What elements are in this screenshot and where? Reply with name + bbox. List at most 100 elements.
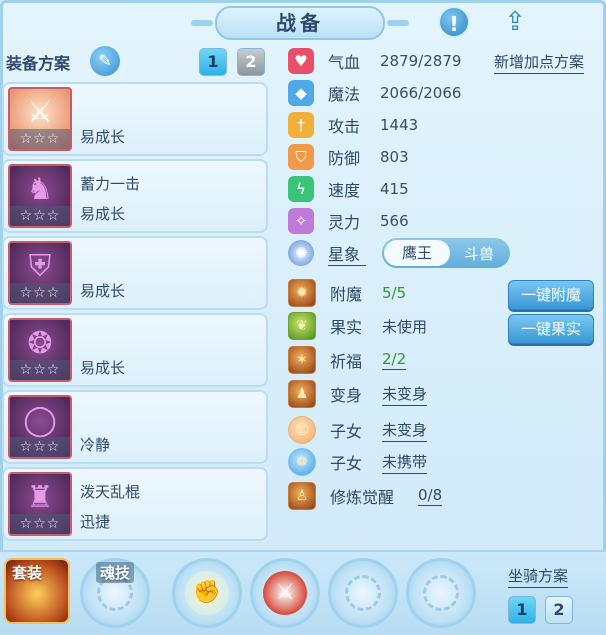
equipment-plan-label: 装备方案	[6, 54, 71, 73]
boots-icon: ♜ ☆☆☆	[8, 472, 72, 536]
alert-icon[interactable]: !	[438, 6, 470, 38]
feature-value[interactable]: 未携带	[382, 451, 428, 474]
feature-blessing: ✶ 祈福 2/2	[288, 346, 407, 374]
stat-hp: ♥ 气血 2879/2879	[288, 48, 461, 74]
stat-star: ✺ 星象	[288, 240, 366, 266]
feature-enchant: ✹ 附魔 5/5	[288, 279, 406, 307]
stat-value: 2879/2879	[380, 52, 462, 70]
star-rating: ☆☆☆	[10, 206, 70, 226]
star-rating: ☆☆☆	[10, 283, 70, 303]
equipment-slot-weapon[interactable]: ⚔ ☆☆☆ 易成长	[2, 82, 268, 156]
child-icon: ☺	[288, 416, 316, 444]
feature-value: 5/5	[382, 284, 407, 302]
share-icon[interactable]: ⇪	[496, 6, 534, 38]
feature-label: 变身	[330, 386, 363, 405]
transform-icon: ♟	[288, 380, 316, 408]
feature-child-carry: ❁ 子女 未携带	[288, 448, 428, 476]
equipment-trait: 易成长	[80, 205, 126, 223]
weapon-icon: ⚔ ☆☆☆	[8, 87, 72, 151]
skill-slot-blade[interactable]: ⚔	[250, 558, 320, 628]
belt-icon: ◯ ☆☆☆	[8, 395, 72, 459]
stat-value: 566	[380, 212, 409, 230]
heart-icon: ♥	[288, 48, 314, 74]
stat-label: 气血	[328, 53, 361, 72]
soul-skill-label: 魂技	[96, 562, 135, 583]
sword-icon: †	[288, 112, 314, 138]
suit-label: 套装	[12, 564, 43, 582]
star-option-eagle[interactable]: 鹰王	[384, 240, 450, 266]
stat-label: 防御	[328, 149, 361, 168]
feature-label: 附魔	[330, 285, 363, 304]
feature-label: 子女	[330, 422, 363, 441]
plan-tab-1[interactable]: 1	[199, 48, 227, 76]
star-rating: ☆☆☆	[10, 129, 70, 149]
add-point-plan-link[interactable]: 新增加点方案	[494, 51, 585, 74]
equipment-skill: 蓄力一击	[80, 175, 141, 193]
equipment-skill: 泼天乱棍	[80, 483, 141, 501]
blade-icon: ⚔	[263, 571, 307, 615]
feature-cultivate: ♙ 修炼觉醒 0/8	[288, 482, 443, 510]
feature-value[interactable]: 2/2	[382, 350, 407, 370]
stat-spirit: ✧ 灵力 566	[288, 208, 409, 234]
feature-transform: ♟ 变身 未变身	[288, 380, 428, 408]
star-rating: ☆☆☆	[10, 360, 70, 380]
feature-label: 子女	[330, 454, 363, 473]
lightning-icon: ϟ	[288, 176, 314, 202]
equipment-list: ⚔ ☆☆☆ 易成长 ♞ ☆☆☆ 蓄力一击 易成长 ⛨ ☆☆☆ 易成长 ❂ ☆☆☆ 易成长…	[2, 82, 268, 544]
equipment-slot-necklace[interactable]: ❂ ☆☆☆ 易成长	[2, 313, 268, 387]
equipment-trait: 易成长	[80, 359, 126, 377]
stat-label: 攻击	[328, 117, 361, 136]
stat-defense: ⛉ 防御 803	[288, 144, 409, 170]
mount-tab-1[interactable]: 1	[508, 596, 536, 624]
stat-label: 灵力	[328, 213, 361, 232]
star-sign-toggle: 鹰王 斗兽	[382, 238, 510, 268]
feature-value: 未使用	[382, 317, 428, 336]
cultivate-icon: ♙	[288, 482, 316, 510]
skill-slot-empty-2[interactable]	[406, 558, 476, 628]
skill-slot-fist[interactable]: ✊	[172, 558, 242, 628]
mount-plan-label[interactable]: 坐骑方案	[508, 565, 569, 588]
edit-icon[interactable]: ✎	[90, 46, 120, 76]
equipment-trait: 易成长	[80, 282, 126, 300]
shield-icon: ⛉	[288, 144, 314, 170]
star-rating: ☆☆☆	[10, 437, 70, 457]
star-option-beast[interactable]: 斗兽	[450, 243, 508, 264]
one-click-enchant-button[interactable]: 一键附魔	[508, 280, 594, 310]
stat-attack: † 攻击 1443	[288, 112, 418, 138]
feature-child-transform: ☺ 子女 未变身	[288, 416, 428, 444]
feature-label: 果实	[330, 318, 363, 337]
stat-value: 1443	[380, 116, 419, 134]
necklace-icon: ❂ ☆☆☆	[8, 318, 72, 382]
enchant-icon: ✹	[288, 279, 316, 307]
feature-label: 修炼觉醒	[330, 488, 395, 507]
fruit-icon: ❦	[288, 312, 316, 340]
plan-tab-2[interactable]: 2	[237, 48, 265, 76]
feature-value[interactable]: 未变身	[382, 419, 428, 442]
feature-fruit: ❦ 果实 未使用	[288, 312, 427, 340]
stat-label: 速度	[328, 181, 361, 200]
star-sign-label[interactable]: 星象	[328, 241, 366, 266]
blessing-icon: ✶	[288, 346, 316, 374]
skill-slot-empty-1[interactable]	[328, 558, 398, 628]
mount-tab-2[interactable]: 2	[545, 596, 573, 624]
equipment-slot-helmet[interactable]: ♞ ☆☆☆ 蓄力一击 易成长	[2, 159, 268, 233]
stat-value: 803	[380, 148, 409, 166]
feature-value[interactable]: 未变身	[382, 383, 428, 406]
equipment-slot-belt[interactable]: ◯ ☆☆☆ 冷静	[2, 390, 268, 464]
stat-value: 415	[380, 180, 409, 198]
mana-icon: ◆	[288, 80, 314, 106]
equipment-trait: 易成长	[80, 128, 126, 146]
stat-value: 2066/2066	[380, 84, 462, 102]
equipment-slot-armor[interactable]: ⛨ ☆☆☆ 易成长	[2, 236, 268, 310]
stat-speed: ϟ 速度 415	[288, 176, 409, 202]
page-title: 战备	[191, 6, 409, 40]
feature-value[interactable]: 0/8	[418, 486, 443, 506]
stat-mp: ◆ 魔法 2066/2066	[288, 80, 461, 106]
one-click-fruit-button[interactable]: 一键果实	[508, 314, 594, 344]
stat-label: 魔法	[328, 85, 361, 104]
feature-label: 祈福	[330, 352, 363, 371]
equipment-slot-boots[interactable]: ♜ ☆☆☆ 泼天乱棍 迅捷	[2, 467, 268, 541]
armor-icon: ⛨ ☆☆☆	[8, 241, 72, 305]
helmet-icon: ♞ ☆☆☆	[8, 164, 72, 228]
fist-icon: ✊	[185, 571, 229, 615]
